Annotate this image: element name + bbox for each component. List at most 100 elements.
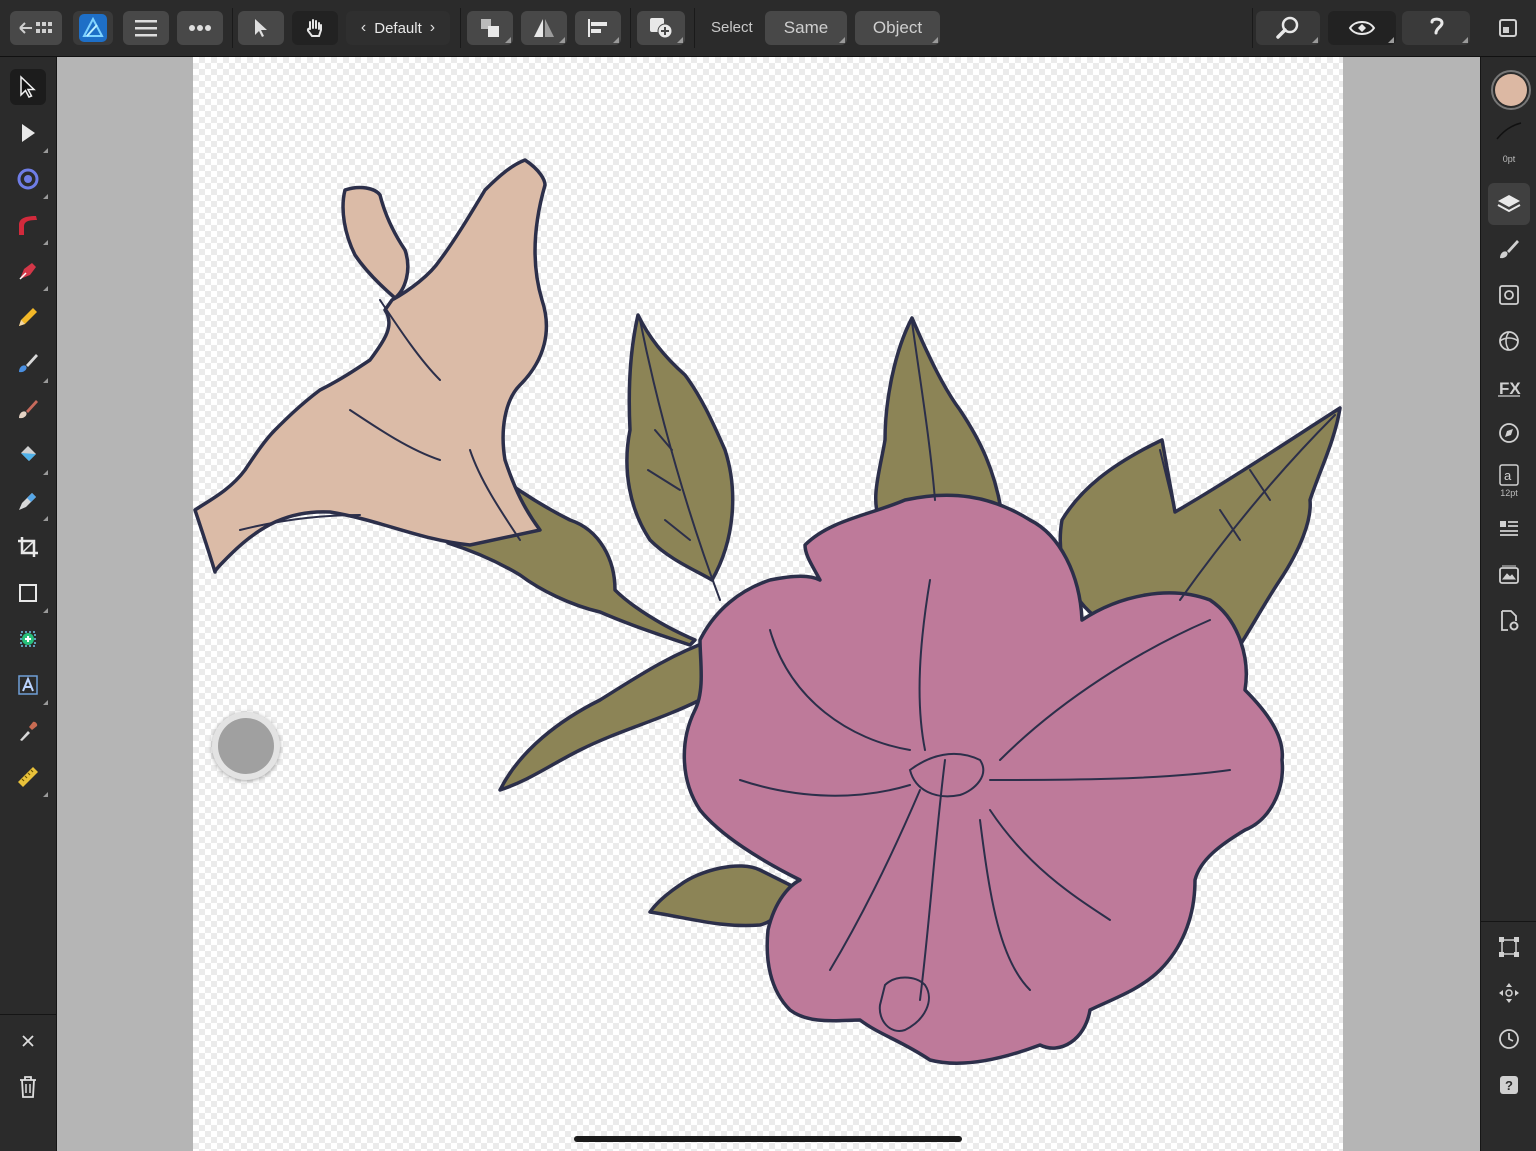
stock-studio-button[interactable] bbox=[1493, 559, 1525, 591]
leaf-top-left bbox=[625, 313, 735, 582]
flip-horizontal-icon bbox=[534, 19, 554, 37]
paint-brush-tool-button[interactable] bbox=[10, 391, 46, 427]
measure-tool-button[interactable] bbox=[10, 759, 48, 797]
transparency-tool-button[interactable] bbox=[10, 483, 48, 521]
studio-panel: 0pt FX a 12pt ? bbox=[1480, 57, 1536, 1151]
layers-studio-button[interactable] bbox=[1488, 183, 1530, 225]
move-tool-button[interactable] bbox=[10, 69, 46, 105]
hand-touch-mode-button[interactable] bbox=[292, 11, 338, 45]
pen-nib-icon bbox=[19, 263, 36, 280]
history-clock-icon bbox=[1499, 1029, 1519, 1049]
rectangle-icon bbox=[19, 584, 37, 602]
rectangle-tool-button[interactable] bbox=[10, 575, 48, 613]
close-icon bbox=[22, 1035, 34, 1047]
modifier-circle-icon bbox=[218, 718, 274, 774]
fill-tool-button[interactable] bbox=[10, 437, 48, 475]
persona-switcher[interactable]: ‹ Default › bbox=[346, 11, 450, 45]
transparency-icon bbox=[19, 493, 36, 510]
select-same-button[interactable]: Same bbox=[765, 11, 847, 45]
select-object-button[interactable]: Object bbox=[855, 11, 940, 45]
appearance-studio-button[interactable] bbox=[1493, 279, 1525, 311]
color-studio-button[interactable] bbox=[1493, 325, 1525, 357]
toolbar-divider bbox=[460, 8, 461, 48]
paragraph-studio-button[interactable] bbox=[1493, 513, 1525, 545]
contour-tool-button[interactable] bbox=[10, 161, 48, 199]
help-button[interactable]: ? bbox=[1493, 1069, 1525, 1101]
arrange-layers-icon bbox=[481, 19, 499, 37]
gallery-back-button[interactable] bbox=[10, 11, 62, 45]
shape-builder-tool-button[interactable] bbox=[10, 621, 46, 657]
navigator-compass-icon bbox=[1499, 423, 1519, 443]
boolean-add-icon bbox=[650, 18, 673, 39]
hamburger-menu-icon bbox=[135, 20, 157, 37]
fill-bucket-icon bbox=[21, 446, 36, 461]
color-wheel-icon bbox=[1499, 331, 1519, 351]
delete-button[interactable] bbox=[10, 1069, 46, 1105]
pencil-tool-button[interactable] bbox=[10, 299, 46, 335]
home-indicator bbox=[574, 1136, 962, 1142]
persona-prev-icon[interactable]: ‹ bbox=[361, 19, 366, 37]
magnifier-icon bbox=[1276, 16, 1299, 39]
vector-brush-icon bbox=[19, 354, 38, 373]
document-canvas[interactable] bbox=[193, 57, 1343, 1151]
transform-box-icon bbox=[1499, 937, 1519, 957]
corner-tool-button[interactable] bbox=[10, 207, 48, 245]
layers-icon bbox=[1497, 195, 1521, 213]
toolbar-divider bbox=[630, 8, 631, 48]
svg-text:?: ? bbox=[1505, 1078, 1513, 1093]
document-settings-button[interactable] bbox=[1493, 605, 1525, 637]
boolean-operations-button[interactable] bbox=[637, 11, 685, 45]
document-gear-icon bbox=[1501, 610, 1519, 631]
arrange-button[interactable] bbox=[467, 11, 513, 45]
text-icon bbox=[18, 675, 38, 695]
appearance-icon bbox=[1499, 285, 1519, 305]
flip-button[interactable] bbox=[521, 11, 567, 45]
brushes-studio-button[interactable] bbox=[1493, 233, 1525, 265]
document-menu-button[interactable] bbox=[123, 11, 169, 45]
magnet-snap-icon bbox=[1430, 17, 1444, 35]
pen-tool-button[interactable] bbox=[10, 253, 48, 291]
effects-studio-button[interactable]: FX bbox=[1493, 371, 1525, 403]
panel-divider bbox=[1481, 921, 1536, 922]
navigator-studio-button[interactable] bbox=[1493, 417, 1525, 449]
crop-tool-button[interactable] bbox=[10, 529, 46, 565]
persona-label: Default bbox=[374, 19, 422, 37]
vector-brush-tool-button[interactable] bbox=[10, 345, 48, 383]
fx-icon: FX bbox=[1498, 379, 1521, 398]
transform-studio-button[interactable] bbox=[1493, 931, 1525, 963]
stroke-width-label: 0pt bbox=[1502, 154, 1516, 164]
fill-color-icon bbox=[1495, 74, 1527, 106]
snapping-button[interactable] bbox=[1402, 11, 1470, 45]
stamen-cluster bbox=[341, 185, 410, 300]
app-logo-button[interactable] bbox=[73, 11, 113, 45]
trash-icon bbox=[20, 1076, 36, 1098]
text-studio-button[interactable]: a bbox=[1493, 461, 1525, 489]
tools-panel bbox=[0, 57, 57, 1151]
text-size-label: 12pt bbox=[1500, 488, 1518, 498]
more-options-button[interactable] bbox=[177, 11, 223, 45]
select-label: Select bbox=[711, 19, 753, 36]
color-picker-tool-button[interactable] bbox=[10, 713, 46, 749]
select-mode-button[interactable] bbox=[238, 11, 284, 45]
toolbar-divider bbox=[1252, 8, 1253, 48]
constraints-studio-button[interactable] bbox=[1493, 977, 1525, 1009]
eyedropper-icon bbox=[20, 721, 38, 741]
export-persona-button[interactable] bbox=[1492, 11, 1524, 45]
artistic-text-tool-button[interactable] bbox=[10, 667, 48, 705]
hibiscus-artwork[interactable] bbox=[193, 57, 1343, 1151]
node-tool-button[interactable] bbox=[10, 115, 48, 153]
help-question-icon: ? bbox=[1500, 1076, 1518, 1094]
align-button[interactable] bbox=[575, 11, 621, 45]
view-mode-button[interactable] bbox=[1328, 11, 1396, 45]
touch-modifier-button[interactable] bbox=[212, 712, 280, 780]
leaf-bottom-left bbox=[498, 638, 714, 792]
zoom-button[interactable] bbox=[1256, 11, 1320, 45]
fill-color-swatch[interactable] bbox=[1491, 70, 1531, 110]
history-studio-button[interactable] bbox=[1493, 1023, 1525, 1055]
paint-brush-icon bbox=[19, 400, 38, 419]
stroke-swatch[interactable] bbox=[1495, 121, 1523, 148]
align-left-icon bbox=[588, 19, 607, 37]
persona-next-icon[interactable]: › bbox=[430, 19, 435, 37]
close-context-button[interactable] bbox=[10, 1023, 46, 1059]
move-arrows-icon bbox=[1499, 983, 1519, 1003]
